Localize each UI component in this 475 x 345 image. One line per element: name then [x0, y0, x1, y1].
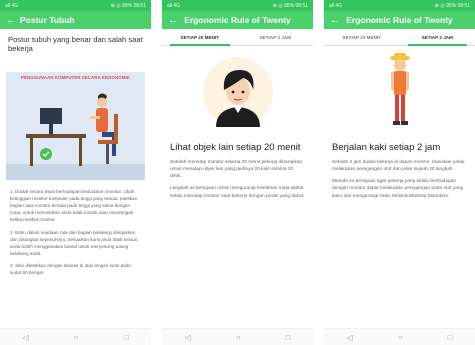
back-arrow-icon[interactable]: ← — [330, 15, 344, 26]
status-bar: all 4G ⊕ ◎ 95% 08:51 — [324, 0, 475, 11]
section-heading: Lihat objek lain setiap 20 menit — [170, 142, 301, 153]
signal-indicator: all 4G — [329, 2, 343, 9]
tab-20-menit[interactable]: SETIAP 20 MENIT — [324, 29, 400, 45]
list-item: 3. Siku diletakkan dengan leluasa di ata… — [10, 262, 131, 276]
nav-back-icon[interactable]: ◁ — [23, 333, 29, 342]
tab-bar: SETIAP 20 MENIT SETIAP 2 JAM — [324, 29, 475, 46]
app-bar: ← Ergonomic Rule of Twenty — [162, 11, 313, 29]
signal-indicator: all 4G — [167, 2, 181, 9]
list-item: 2. Bahu dalam keadaan rata dan bagian be… — [10, 229, 139, 256]
worker-avatar-icon — [202, 57, 273, 127]
status-right: ⊕ ◎ 95% 08:51 — [434, 2, 470, 9]
system-nav-bar: ◁ ○ □ — [324, 328, 475, 345]
screen-rule-20-minutes: all 4G ⊕ ◎ 95% 08:51 ← Ergonomic Rule of… — [162, 0, 313, 345]
ergonomic-poster-image: PENGGUNAAN KOMPUTER SECARA ERGONOMIK — [6, 71, 145, 180]
description-paragraph: Langkah ini bertujuan untuk mengurangi k… — [170, 186, 305, 199]
page-title: Postur Tubuh — [20, 15, 75, 25]
nav-recent-icon[interactable]: □ — [124, 333, 129, 342]
screen-rule-2-hours: all 4G ⊕ ◎ 95% 08:51 ← Ergonomic Rule of… — [324, 0, 475, 345]
description-paragraph: Setelah 2 jam duduk bekerja di depan mon… — [332, 159, 465, 173]
section-heading: Berjalan kaki setiap 2 jam — [332, 142, 441, 153]
nav-home-icon[interactable]: ○ — [398, 333, 403, 342]
description-paragraph: Metode ini bertujuan agar pekerja yang s… — [332, 179, 464, 199]
tab-2-jam[interactable]: SETIAP 2 JAM — [400, 29, 475, 46]
description-paragraph: Setelah menatap monitor selama 20 menit … — [170, 159, 303, 180]
page-title: Ergonomic Rule of Twenty — [346, 15, 453, 25]
tab-bar: SETIAP 20 MENIT SETIAP 2 JAM — [162, 29, 313, 46]
status-bar: all 4G ⊕ ◎ 95% 08:51 — [0, 0, 151, 11]
illustration-area — [162, 46, 313, 138]
back-arrow-icon[interactable]: ← — [6, 15, 20, 26]
nav-home-icon[interactable]: ○ — [236, 333, 241, 342]
app-bar: ← Ergonomic Rule of Twenty — [324, 11, 475, 29]
section-heading: Postur tubuh yang benar dan salah saat b… — [8, 35, 143, 54]
list-item: 1. Duduk secara tepat berhadapan keduduk… — [10, 188, 138, 223]
nav-home-icon[interactable]: ○ — [74, 333, 79, 342]
page-title: Ergonomic Rule of Twenty — [184, 15, 291, 25]
walking-person-icon — [389, 53, 410, 125]
illustration-area — [324, 46, 475, 138]
nav-back-icon[interactable]: ◁ — [185, 333, 191, 342]
app-bar: ← Postur Tubuh — [0, 11, 151, 29]
tab-20-menit[interactable]: SETIAP 20 MENIT — [162, 29, 238, 46]
status-bar: all 4G ⊕ ◎ 95% 08:51 — [162, 0, 313, 11]
nav-recent-icon[interactable]: □ — [448, 333, 453, 342]
system-nav-bar: ◁ ○ □ — [162, 328, 313, 345]
tab-2-jam[interactable]: SETIAP 2 JAM — [238, 29, 314, 45]
status-right: ⊕ ◎ 95% 08:51 — [110, 2, 146, 9]
nav-recent-icon[interactable]: □ — [286, 333, 291, 342]
system-nav-bar: ◁ ○ □ — [0, 328, 151, 345]
status-right: ⊕ ◎ 95% 08:51 — [272, 2, 308, 9]
posture-points: 1. Duduk secara tepat berhadapan keduduk… — [0, 180, 151, 276]
signal-indicator: all 4G — [5, 2, 19, 9]
screen-postur-tubuh: all 4G ⊕ ◎ 95% 08:51 ← Postur Tubuh Post… — [0, 0, 151, 345]
nav-back-icon[interactable]: ◁ — [347, 333, 353, 342]
back-arrow-icon[interactable]: ← — [168, 15, 182, 26]
desk-illustration — [6, 93, 145, 180]
